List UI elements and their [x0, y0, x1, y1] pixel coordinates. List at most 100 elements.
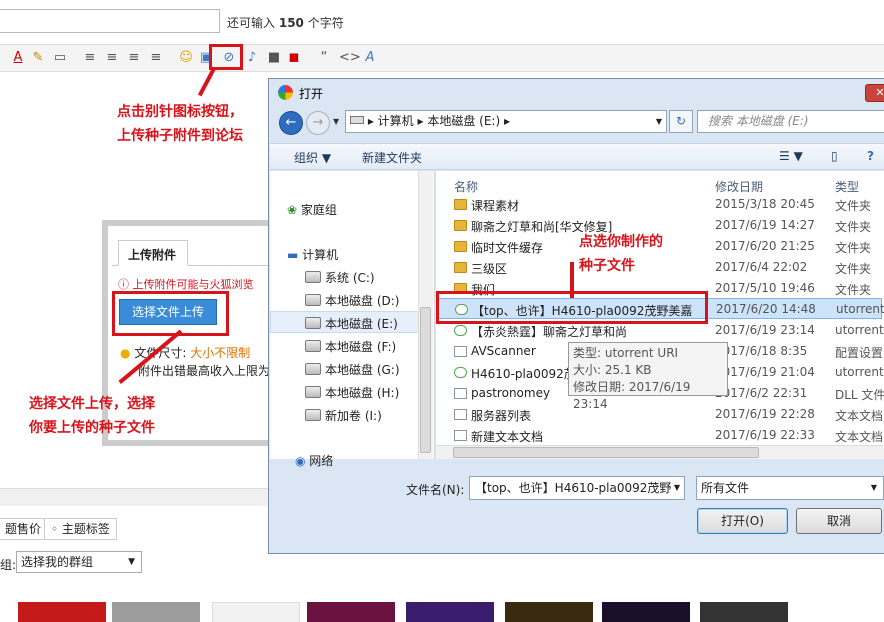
content-input[interactable]	[0, 9, 220, 33]
clip-highlight-frame	[209, 44, 243, 70]
forward-button[interactable]: →	[306, 111, 330, 135]
file-row[interactable]: 课程素材 2015/3/18 20:45 文件夹	[437, 194, 882, 215]
align-left-icon[interactable]: ≡	[82, 50, 98, 66]
tab-price[interactable]: 题售价	[0, 518, 49, 540]
page-divider	[0, 488, 268, 506]
free-text-icon[interactable]: A	[362, 50, 378, 66]
cancel-button[interactable]: 取消	[796, 508, 882, 534]
open-button[interactable]: 打开(O)	[697, 508, 788, 534]
search-input[interactable]: 搜索 本地磁盘 (E:)	[697, 110, 884, 133]
drive-icon	[350, 116, 364, 124]
file-row[interactable]: 新建文本文档 2017/6/19 22:33 文本文档	[437, 425, 883, 446]
code-icon[interactable]: <>	[339, 50, 361, 66]
font-color-icon[interactable]: A	[10, 50, 26, 66]
nav-item-drive-d[interactable]: 本地磁盘 (D:)	[305, 292, 399, 309]
folder-icon	[454, 199, 467, 210]
drive-icon	[305, 294, 321, 306]
drive-icon	[305, 271, 321, 283]
folder-icon	[454, 220, 467, 231]
back-button[interactable]: ←	[279, 111, 303, 135]
nav-scroll-thumb[interactable]	[420, 307, 431, 453]
text-file-icon	[454, 430, 467, 441]
char-remaining: 还可输入 150 个字符	[227, 16, 344, 30]
flash-icon[interactable]: ◼	[286, 50, 302, 66]
breadcrumb-drive-e[interactable]: 本地磁盘 (E:)	[427, 114, 500, 128]
nav-item-homegroup[interactable]: ❀ 家庭组	[287, 201, 337, 218]
address-bar[interactable]: ▸ 计算机 ▸ 本地磁盘 (E:) ▸ ▼	[345, 110, 667, 133]
breadcrumb-computer[interactable]: 计算机	[378, 114, 414, 128]
partner-logo[interactable]	[18, 602, 106, 622]
column-date[interactable]: 修改日期	[715, 178, 763, 195]
folder-icon	[454, 262, 467, 273]
chevron-down-icon: ▼	[128, 557, 135, 567]
partner-logo[interactable]	[212, 602, 300, 622]
drive-icon	[305, 340, 321, 352]
video-icon[interactable]: ■	[266, 50, 282, 66]
eraser-icon[interactable]: ▭	[52, 50, 68, 66]
group-label: 组:	[0, 558, 17, 572]
music-icon[interactable]: ♪	[244, 50, 260, 66]
partner-logo[interactable]	[700, 602, 788, 622]
help-icon[interactable]: ?	[867, 149, 874, 163]
tab-upload-attachment[interactable]: 上传附件	[118, 240, 188, 266]
new-folder-button[interactable]: 新建文件夹	[362, 149, 422, 166]
filetype-select[interactable]: 所有文件 ▼	[696, 476, 884, 500]
upload-warning: ⓘ 上传附件可能与火狐浏览	[118, 278, 254, 291]
partner-logo[interactable]	[602, 602, 690, 622]
utorrent-icon	[454, 367, 467, 378]
filename-label: 文件名(N):	[406, 483, 465, 497]
file-tooltip: 类型: utorrent URI 大小: 25.1 KB 修改日期: 2017/…	[568, 342, 728, 411]
chevron-down-icon[interactable]: ▼	[674, 477, 680, 499]
quote-icon[interactable]: “	[316, 50, 332, 66]
organize-button[interactable]: 组织 ▼	[294, 149, 331, 166]
annotation-clip: 点击别针图标按钮， 上传种子附件到论坛	[117, 104, 243, 144]
chevron-down-icon: ▼	[870, 483, 877, 492]
dialog-title: 打开	[299, 87, 324, 101]
settings-file-icon	[454, 346, 467, 357]
nav-item-network[interactable]: ◉ 网络	[295, 452, 333, 469]
close-button[interactable]: ✕	[865, 84, 884, 102]
computer-icon: ▬	[287, 248, 303, 262]
align-justify-icon[interactable]: ≡	[148, 50, 164, 66]
partner-logo[interactable]	[505, 602, 593, 622]
homegroup-icon: ❀	[287, 203, 301, 217]
chevron-down-icon[interactable]: ▼	[656, 111, 662, 132]
text-file-icon	[454, 409, 467, 420]
chrome-icon	[278, 85, 293, 100]
nav-item-drive-f[interactable]: 本地磁盘 (F:)	[305, 338, 396, 355]
drive-icon	[305, 363, 321, 375]
partner-logo[interactable]	[406, 602, 494, 622]
upload-highlight-frame	[112, 291, 229, 336]
editor-toolbar: A ✎ ▭ ≡ ≡ ≡ ≡ ☺ ▣ ⊘ ♪ ■ ◼ “ <> A	[0, 44, 884, 72]
column-name[interactable]: 名称	[454, 178, 478, 195]
spellcheck-icon[interactable]: ✎	[30, 50, 46, 66]
annotation-select-file: 点选你制作的 种子文件	[579, 234, 663, 274]
view-options-icon[interactable]: ☰ ▼	[779, 149, 803, 163]
bulb-icon: ●	[120, 346, 131, 360]
align-center-icon[interactable]: ≡	[104, 50, 120, 66]
nav-item-drive-i[interactable]: 新加卷 (I:)	[305, 407, 382, 424]
refresh-button[interactable]: ↻	[669, 110, 693, 133]
utorrent-icon	[454, 325, 467, 336]
partner-logo[interactable]	[112, 602, 200, 622]
align-right-icon[interactable]: ≡	[126, 50, 142, 66]
partner-logo[interactable]	[307, 602, 395, 622]
horizontal-scroll-thumb[interactable]	[453, 447, 759, 458]
nav-item-drive-h[interactable]: 本地磁盘 (H:)	[305, 384, 399, 401]
drive-icon	[305, 386, 321, 398]
nav-item-drive-g[interactable]: 本地磁盘 (G:)	[305, 361, 400, 378]
emoji-icon[interactable]: ☺	[178, 50, 194, 66]
network-icon: ◉	[295, 454, 310, 468]
folder-icon	[454, 241, 467, 252]
nav-item-computer[interactable]: ▬ 计算机	[287, 246, 338, 263]
tab-topic-tags[interactable]: ◦ 主题标签	[44, 518, 117, 540]
annotation-arrow	[570, 262, 574, 298]
history-dropdown-icon[interactable]: ▼	[333, 117, 339, 126]
filename-input[interactable]: 【top、也许】H4610-pla0092茂野 ▼	[469, 476, 685, 500]
nav-item-drive-e[interactable]: 本地磁盘 (E:)	[305, 315, 398, 332]
column-type[interactable]: 类型	[835, 178, 859, 195]
annotation-arrow	[197, 68, 216, 97]
group-select[interactable]: 选择我的群组 ▼	[16, 551, 142, 573]
nav-item-drive-c[interactable]: 系统 (C:)	[305, 269, 375, 286]
preview-pane-icon[interactable]: ▯	[831, 149, 838, 163]
